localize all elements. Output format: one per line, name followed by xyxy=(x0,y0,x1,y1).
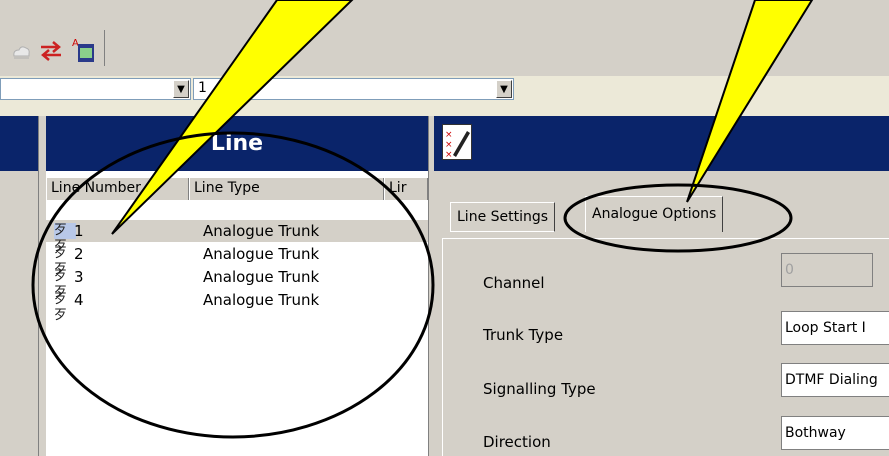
trunk-line-icon: ⽍⽍ xyxy=(54,269,68,300)
second-dropdown[interactable]: 1 ▼ xyxy=(193,78,514,100)
column-header-line-type[interactable]: Line Type xyxy=(189,178,384,200)
direction-field[interactable]: Bothway xyxy=(781,416,889,450)
cloud-icon[interactable] xyxy=(10,40,32,62)
trunk-line-icon: ⽍⽍ xyxy=(54,246,68,277)
table-row[interactable]: ⽍⽍ 1 Analogue Trunk xyxy=(46,220,428,254)
left-pane-header xyxy=(0,116,38,171)
toolbar: A xyxy=(0,0,889,76)
chevron-down-icon[interactable]: ▼ xyxy=(173,80,189,98)
combo-bar: ▼ 1 ▼ xyxy=(0,76,889,116)
column-header-truncated[interactable]: Lir xyxy=(384,178,428,200)
pane-splitter[interactable] xyxy=(38,116,46,456)
tab-line-settings[interactable]: Line Settings xyxy=(450,202,556,232)
trunk-type-field[interactable]: Loop Start I xyxy=(781,311,889,345)
channel-field: 0 xyxy=(781,253,873,287)
svg-text:×: × xyxy=(445,130,453,140)
text-edit-icon[interactable]: A xyxy=(70,36,96,64)
trunk-line-icon: ⽍⽍ xyxy=(54,223,76,254)
second-dropdown-value: 1 xyxy=(198,80,207,96)
line-pane-title: Line xyxy=(46,116,428,171)
svg-text:×: × xyxy=(445,150,453,159)
swap-arrows-icon[interactable] xyxy=(38,38,64,64)
svg-text:×: × xyxy=(445,140,453,150)
detail-pane: × × × Line Settings Analogue Options Chann… xyxy=(434,116,889,456)
table-row[interactable]: ⽍⽍ 2 Analogue Trunk xyxy=(46,243,428,277)
svg-text:A: A xyxy=(72,38,79,49)
signalling-type-label: Signalling Type xyxy=(483,380,596,398)
toolbar-separator xyxy=(104,30,105,66)
line-list-pane: Line Line Number Line Type Lir ⽍⽍ 1 Anal… xyxy=(46,116,428,456)
table-row[interactable]: ⽍⽍ 4 Analogue Trunk xyxy=(46,289,428,323)
channel-label: Channel xyxy=(483,274,545,292)
trunk-line-icon: ⽍⽍ xyxy=(54,292,68,323)
left-pane xyxy=(0,116,38,456)
first-dropdown[interactable]: ▼ xyxy=(0,78,191,100)
detail-pane-header: × × × xyxy=(434,116,889,171)
column-header-line-number[interactable]: Line Number xyxy=(46,178,189,200)
trunk-type-label: Trunk Type xyxy=(483,326,564,344)
direction-label: Direction xyxy=(483,433,551,451)
edit-form-icon: × × × xyxy=(442,124,472,160)
chevron-down-icon[interactable]: ▼ xyxy=(496,80,512,98)
column-headers: Line Number Line Type Lir xyxy=(46,178,428,200)
tab-panel-analogue-options: Channel 0 Trunk Type Loop Start I Signal… xyxy=(442,238,889,456)
signalling-type-field[interactable]: DTMF Dialing xyxy=(781,363,889,397)
table-row[interactable]: ⽍⽍ 3 Analogue Trunk xyxy=(46,266,428,300)
tab-analogue-options[interactable]: Analogue Options xyxy=(585,196,724,232)
